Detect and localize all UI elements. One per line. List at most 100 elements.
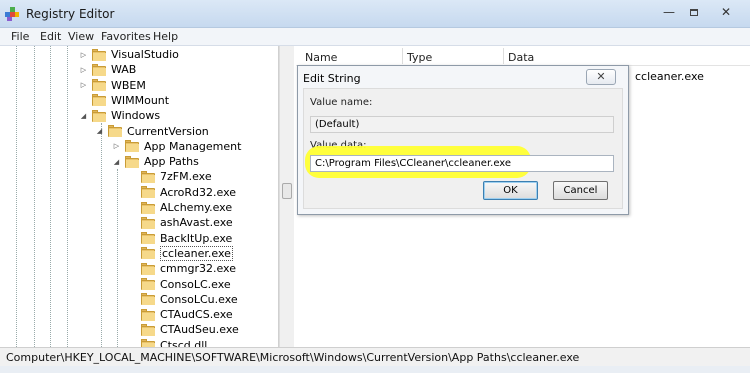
value-data-input[interactable]	[310, 155, 614, 172]
tree-node[interactable]: ◢ Windows	[79, 108, 160, 123]
tree-node-label: CTAudCS.exe	[160, 308, 233, 322]
tree-node-label: cmmgr32.exe	[160, 262, 236, 276]
folder-icon	[141, 308, 156, 321]
maximize-icon	[690, 9, 698, 16]
tree-node[interactable]: Ctscd.dll	[128, 338, 207, 347]
column-divider[interactable]	[503, 48, 504, 64]
registry-editor-icon	[5, 7, 19, 21]
folder-icon	[92, 94, 107, 107]
maximize-button[interactable]	[683, 5, 705, 21]
tree-guide-line	[16, 46, 17, 347]
folder-icon	[92, 79, 107, 92]
dialog-close-button[interactable]: ✕	[586, 69, 616, 85]
tree-node[interactable]: WIMMount	[79, 93, 169, 108]
folder-icon	[125, 140, 140, 153]
minimize-button[interactable]: —	[658, 5, 680, 21]
expand-arrow-icon[interactable]: ▷	[112, 142, 121, 150]
folder-icon	[141, 232, 156, 245]
registry-key-tree[interactable]: ▷ VisualStudio ▷ WAB ▷ WBEM WIMMount ◢ Windows ◢ C…	[0, 46, 279, 347]
expand-arrow-icon[interactable]: ▷	[79, 51, 88, 59]
window-title: Registry Editor	[26, 7, 115, 21]
tree-node-label: CTAudSeu.exe	[160, 323, 239, 337]
status-bar: Computer\HKEY_LOCAL_MACHINE\SOFTWARE\Mic…	[0, 347, 750, 366]
tree-node-label: BackItUp.exe	[160, 231, 233, 245]
menu-bar: File Edit View Favorites Help	[0, 28, 750, 46]
folder-icon	[141, 278, 156, 290]
tree-guide-line	[117, 169, 118, 347]
tree-node-label: Windows	[111, 109, 161, 123]
menu-file[interactable]: File	[11, 30, 29, 43]
menu-favorites[interactable]: Favorites	[101, 30, 151, 43]
value-name-label: Value name:	[310, 97, 373, 108]
tree-guide-line	[50, 46, 51, 347]
tree-node[interactable]: ◢ App Paths	[112, 154, 199, 169]
tree-node[interactable]: ConsoLC.exe	[128, 277, 231, 292]
column-name[interactable]: Name	[305, 51, 337, 64]
tree-node-label: ConsoLC.exe	[160, 277, 231, 291]
tree-node-label: App Paths	[144, 155, 199, 169]
menu-edit[interactable]: Edit	[40, 30, 61, 43]
tree-node[interactable]: ▷ App Management	[112, 139, 242, 154]
column-divider[interactable]	[402, 48, 403, 64]
tree-node[interactable]: ▷ WBEM	[79, 78, 146, 93]
folder-icon	[141, 216, 156, 229]
folder-icon	[141, 170, 156, 183]
close-button[interactable]: ✕	[708, 5, 744, 21]
collapse-arrow-icon[interactable]: ◢	[112, 158, 121, 166]
tree-node[interactable]: ▷ WAB	[79, 62, 137, 77]
collapse-arrow-icon[interactable]: ◢	[79, 112, 88, 120]
tree-node[interactable]: ashAvast.exe	[128, 215, 233, 230]
tree-node[interactable]: cmmgr32.exe	[128, 261, 236, 276]
list-column-header: Name Type Data	[296, 46, 750, 66]
tree-node-label: WAB	[111, 63, 137, 77]
tree-node[interactable]: CTAudSeu.exe	[128, 322, 239, 337]
tree-node[interactable]: 7zFM.exe	[128, 169, 212, 184]
tree-node-label: ALchemy.exe	[160, 201, 233, 214]
edit-string-dialog: Edit String ✕ Value name: (Default) Valu…	[297, 65, 629, 215]
tree-node-label: ashAvast.exe	[160, 216, 233, 230]
folder-icon	[141, 201, 156, 214]
tree-node-label: ConsoLCu.exe	[160, 292, 238, 306]
ok-button[interactable]: OK	[483, 181, 538, 200]
tree-node[interactable]: AcroRd32.exe	[128, 185, 236, 200]
cancel-button[interactable]: Cancel	[553, 181, 608, 200]
expand-arrow-icon[interactable]: ▷	[79, 81, 88, 89]
tree-node-label: WBEM	[111, 78, 146, 92]
tree-node[interactable]: ▷ VisualStudio	[79, 47, 179, 62]
folder-icon	[141, 339, 156, 347]
folder-icon	[92, 48, 107, 61]
tree-guide-line	[101, 123, 102, 347]
folder-icon	[141, 293, 156, 306]
folder-icon	[141, 262, 156, 275]
collapse-arrow-icon[interactable]: ◢	[95, 127, 104, 135]
folder-icon	[108, 125, 123, 137]
title-bar: Registry Editor — ✕	[0, 0, 750, 28]
tree-guide-line	[34, 46, 35, 347]
column-data[interactable]: Data	[508, 51, 534, 64]
menu-view[interactable]: View	[68, 30, 94, 43]
menu-help[interactable]: Help	[153, 30, 178, 43]
tree-node[interactable]: ccleaner.exe	[128, 245, 233, 261]
tree-node[interactable]: ◢ CurrentVersion	[95, 124, 209, 139]
folder-icon	[125, 155, 140, 168]
folder-icon	[141, 186, 156, 199]
scrollbar-thumb[interactable]	[282, 183, 292, 199]
tree-node[interactable]: BackItUp.exe	[128, 231, 232, 246]
tree-node-label: VisualStudio	[111, 48, 179, 61]
tree-node[interactable]: ALchemy.exe	[128, 200, 232, 215]
tree-node-label: 7zFM.exe	[160, 170, 212, 184]
tree-node-label: WIMMount	[111, 93, 170, 107]
column-type[interactable]: Type	[407, 51, 432, 64]
tree-node[interactable]: CTAudCS.exe	[128, 307, 233, 322]
tree-node[interactable]: ConsoLCu.exe	[128, 292, 238, 307]
tree-node-label: AcroRd32.exe	[160, 185, 237, 199]
value-data-cell: ccleaner.exe	[635, 70, 704, 83]
dialog-body: Value name: (Default) Value data: OK Can…	[303, 88, 623, 209]
tree-scrollbar[interactable]	[279, 46, 294, 347]
tree-guide-line	[67, 46, 68, 347]
folder-icon	[141, 247, 156, 260]
folder-icon	[141, 323, 156, 336]
tree-node-label: App Management	[144, 139, 242, 153]
tree-node-label: ccleaner.exe	[160, 245, 233, 261]
expand-arrow-icon[interactable]: ▷	[79, 66, 88, 74]
